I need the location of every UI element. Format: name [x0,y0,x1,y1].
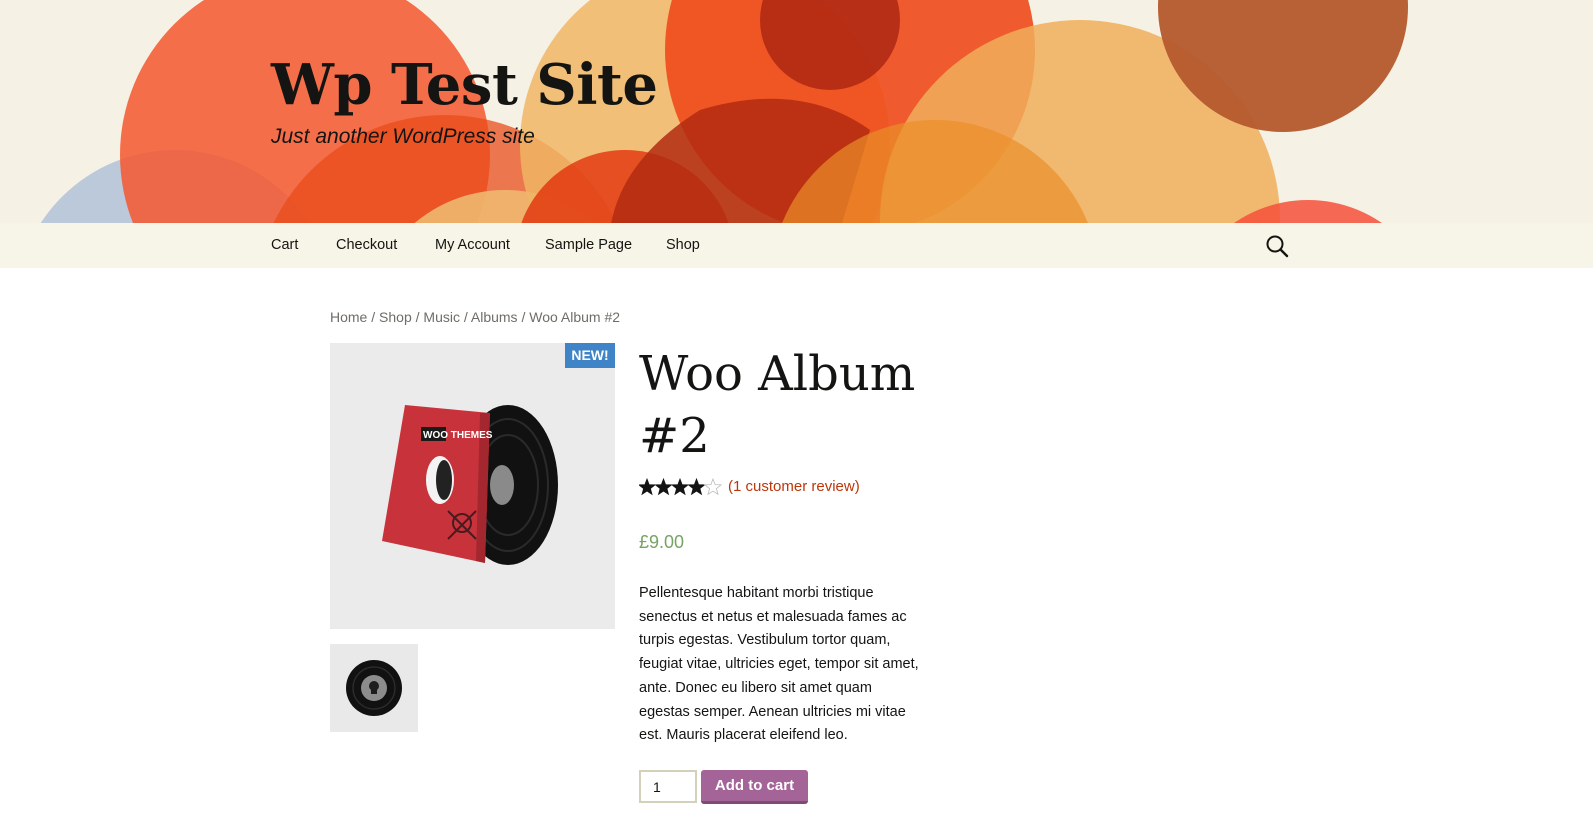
breadcrumb-separator: / [415,309,420,325]
customer-review-link[interactable]: (1 customer review) [728,478,860,495]
search-icon[interactable] [1264,233,1290,259]
site-header: Wp Test Site Just another WordPress site [0,0,1593,223]
album-logo-text: WOO THEMES [423,430,493,441]
product-short-description: Pellentesque habitant morbi tristique se… [639,585,919,744]
nav-item-checkout[interactable]: Checkout [336,237,397,253]
star-filled-icon [639,477,657,496]
nav-item-cart[interactable]: Cart [271,237,298,253]
album-sleeve-illustration: WOO THEMES [382,405,558,565]
new-badge: NEW! [565,343,615,368]
breadcrumb-separator: / [463,309,468,325]
breadcrumb-music[interactable]: Music [423,309,460,325]
site-tagline: Just another WordPress site [271,125,535,148]
nav-item-sample-page[interactable]: Sample Page [545,237,632,253]
star-rating-icon [639,477,723,496]
breadcrumb-separator: / [521,309,526,325]
add-to-cart-button[interactable]: Add to cart [701,770,808,804]
nav-item-shop[interactable]: Shop [666,237,700,253]
header-decoration [40,0,1408,223]
vinyl-thumbnail-image [346,660,402,716]
star-filled-icon [654,477,673,496]
breadcrumb: Home / Shop / Music / Albums / Woo Album… [330,309,620,325]
nav-item-my-account[interactable]: My Account [435,237,510,253]
main-navigation: Cart Checkout My Account Sample Page Sho… [0,223,1593,268]
breadcrumb-albums[interactable]: Albums [471,309,518,325]
breadcrumb-home[interactable]: Home [330,309,367,325]
star-empty-icon [703,477,723,496]
product-price: £9.00 [639,532,685,552]
star-filled-icon [687,477,706,496]
site-title[interactable]: Wp Test Site [271,52,658,118]
breadcrumb-current: Woo Album #2 [529,309,621,325]
breadcrumb-shop[interactable]: Shop [379,309,412,325]
star-filled-icon [670,477,690,496]
product-thumbnail[interactable] [330,644,418,732]
product-title: Woo Album #2 [639,346,916,464]
quantity-input[interactable] [639,770,697,803]
breadcrumb-separator: / [371,309,376,325]
product-main-image[interactable]: WOO THEMES [330,343,615,629]
